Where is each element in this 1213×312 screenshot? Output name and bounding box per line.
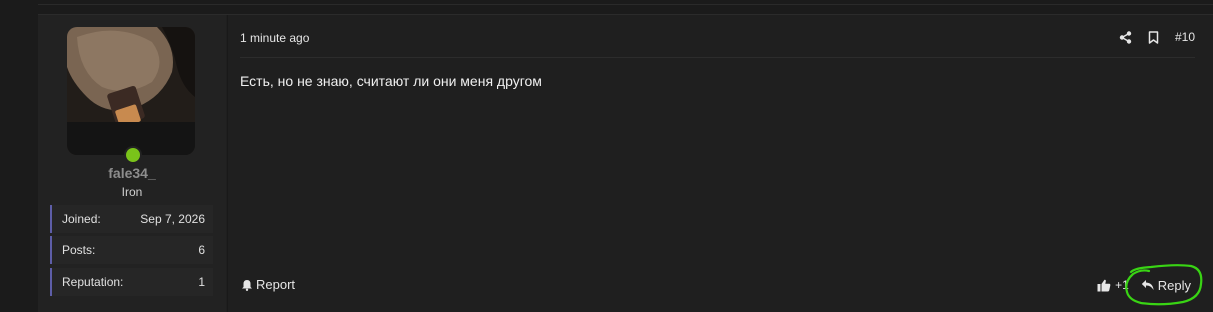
stat-label: Joined:	[62, 212, 101, 226]
stat-value: 6	[198, 243, 205, 257]
post-timestamp[interactable]: 1 minute ago	[240, 31, 309, 45]
username[interactable]: fale34_	[38, 165, 226, 181]
stat-value: Sep 7, 2026	[140, 212, 205, 226]
post-number[interactable]: #10	[1175, 30, 1195, 44]
forum-post: fale34_ Iron Joined: Sep 7, 2026 Posts: …	[38, 14, 1213, 312]
bookmark-icon[interactable]	[1148, 30, 1159, 44]
bell-icon	[241, 279, 253, 291]
user-info-panel: fale34_ Iron Joined: Sep 7, 2026 Posts: …	[38, 15, 226, 312]
post-message: Есть, но не знаю, считают ли они меня др…	[240, 73, 542, 89]
reply-label: Reply	[1157, 277, 1191, 293]
reply-button[interactable]: Reply	[1124, 263, 1203, 305]
stat-value: 1	[198, 275, 205, 289]
online-status-indicator	[124, 146, 142, 164]
thumbs-up-icon	[1097, 279, 1111, 292]
user-rank: Iron	[121, 185, 143, 199]
stat-posts: Posts: 6	[50, 236, 213, 264]
forum-thread-page: fale34_ Iron Joined: Sep 7, 2026 Posts: …	[0, 0, 1213, 312]
like-count: +1	[1115, 278, 1129, 292]
report-label: Report	[256, 277, 296, 292]
avatar-image	[67, 27, 195, 155]
stat-reputation: Reputation: 1	[50, 268, 213, 296]
top-divider	[38, 4, 1213, 5]
column-divider	[227, 15, 228, 312]
stat-label: Reputation:	[62, 275, 124, 289]
reply-arrow-icon	[1141, 279, 1154, 291]
avatar[interactable]	[67, 27, 195, 155]
post-footer-actions: +1 Reply	[1097, 263, 1203, 305]
like-button[interactable]: +1	[1097, 278, 1129, 292]
share-icon[interactable]	[1119, 30, 1132, 44]
header-divider	[240, 57, 1195, 58]
stat-label: Posts:	[62, 243, 96, 257]
report-button[interactable]: Report	[241, 277, 295, 292]
stat-joined: Joined: Sep 7, 2026	[50, 205, 213, 233]
post-header-actions: #10	[1119, 28, 1195, 46]
